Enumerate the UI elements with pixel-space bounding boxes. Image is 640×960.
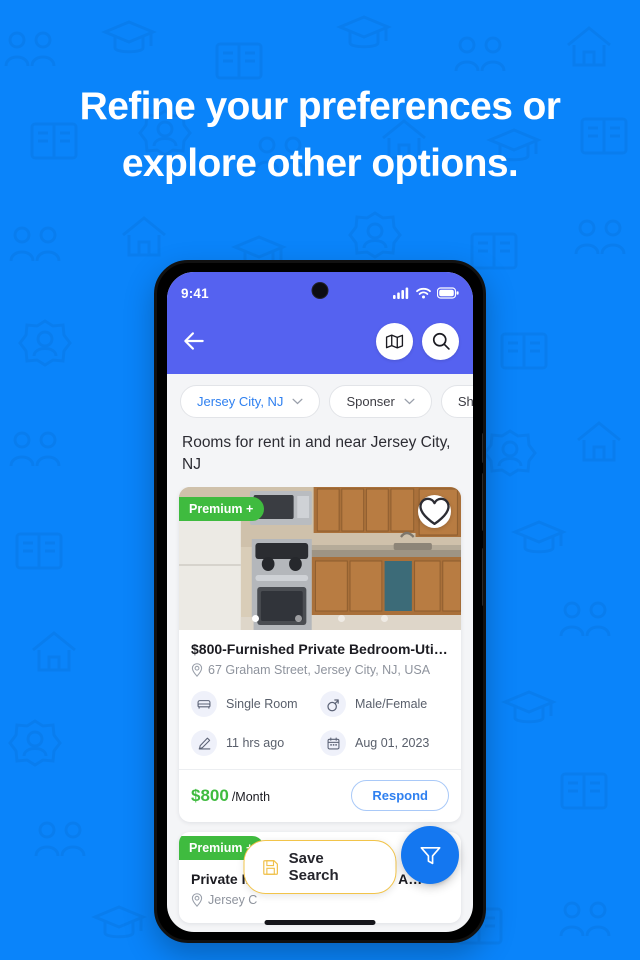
spec-available-date: Aug 01, 2023 — [320, 730, 449, 756]
listing-address-text: Jersey C — [208, 893, 258, 907]
gender-icon — [320, 691, 346, 717]
carousel-dots — [179, 615, 461, 622]
filter-fab-button[interactable] — [401, 826, 459, 884]
filter-chip-shared-label: Sha — [457, 394, 473, 409]
headline-line-2: explore other options. — [121, 142, 519, 185]
chevron-down-icon — [292, 398, 303, 405]
location-pin-icon — [191, 893, 203, 907]
map-button[interactable] — [376, 322, 413, 360]
listing-title: $800-Furnished Private Bedroom-Utili… — [191, 641, 449, 657]
app-header: 9:41 — [167, 272, 473, 374]
phone-mockup: 9:41 Jersey City, NJ Sponser S Rooms for… — [154, 260, 486, 943]
header-action-buttons — [376, 322, 459, 360]
chevron-down-icon — [404, 398, 415, 405]
save-disk-icon — [263, 859, 278, 875]
filter-chip-sponser-label: Sponser — [346, 394, 395, 409]
listing-address: Jersey C — [191, 893, 449, 907]
price-block: $800 /Month — [191, 786, 270, 806]
filter-chip-shared[interactable]: Sha — [440, 385, 473, 418]
filter-chip-location[interactable]: Jersey City, NJ — [180, 385, 321, 418]
favorite-button[interactable] — [418, 495, 451, 528]
search-button[interactable] — [422, 322, 459, 360]
price-unit: /Month — [231, 789, 271, 804]
listing-card[interactable]: Premium + $800-Furnished Private Bedroom… — [179, 487, 461, 822]
spec-available-date-text: Aug 01, 2023 — [355, 736, 430, 750]
filter-chips-bar: Jersey City, NJ Sponser Sha — [167, 374, 473, 427]
price-amount: $800 — [191, 785, 229, 805]
map-icon — [385, 333, 404, 349]
status-icons — [393, 287, 459, 299]
phone-screen: 9:41 Jersey City, NJ Sponser S Rooms for… — [167, 272, 473, 932]
pencil-icon — [191, 730, 217, 756]
front-camera-dot — [311, 282, 329, 299]
calendar-icon — [320, 730, 346, 756]
spec-gender-text: Male/Female — [355, 697, 428, 711]
carousel-dot[interactable] — [295, 615, 302, 622]
wifi-icon — [416, 287, 431, 299]
listing-specs: Single Room Male/Female 11 hrs ago Aug 0… — [191, 691, 449, 756]
listing-photo[interactable]: Premium + — [179, 487, 461, 630]
save-search-button[interactable]: Save Search — [243, 840, 397, 894]
spec-gender: Male/Female — [320, 691, 449, 717]
listing-body: $800-Furnished Private Bedroom-Utili… 67… — [179, 630, 461, 756]
carousel-dot[interactable] — [381, 615, 388, 622]
funnel-filter-icon — [420, 846, 440, 864]
battery-icon — [437, 287, 459, 299]
save-search-label: Save Search — [288, 850, 339, 884]
carousel-dot[interactable] — [252, 615, 259, 622]
listing-address-text: 67 Graham Street, Jersey City, NJ, USA — [208, 663, 431, 677]
bed-icon — [191, 691, 217, 717]
phone-side-button-volume — [482, 473, 483, 531]
respond-button[interactable]: Respond — [351, 780, 449, 811]
status-time: 9:41 — [181, 285, 209, 301]
listing-address: 67 Graham Street, Jersey City, NJ, USA — [191, 663, 449, 677]
search-icon — [432, 332, 450, 350]
header-actions-row — [181, 322, 459, 360]
location-pin-icon — [191, 663, 203, 677]
heart-icon — [419, 497, 450, 526]
premium-badge: Premium + — [179, 497, 265, 521]
spec-room-type-text: Single Room — [226, 697, 298, 711]
listing-footer: $800 /Month Respond — [179, 769, 461, 822]
list-heading: Rooms for rent in and near Jersey City, … — [167, 427, 473, 487]
back-arrow-icon[interactable] — [181, 328, 207, 354]
phone-side-button-power — [482, 548, 483, 606]
promo-headline: Refine your preferences or explore other… — [0, 78, 640, 192]
filter-chip-location-label: Jersey City, NJ — [197, 394, 284, 409]
phone-side-button-mute — [482, 433, 483, 463]
spec-posted-text: 11 hrs ago — [226, 736, 285, 750]
filter-chip-sponser[interactable]: Sponser — [329, 385, 432, 418]
home-indicator — [264, 920, 376, 925]
spec-posted: 11 hrs ago — [191, 730, 320, 756]
signal-icon — [393, 287, 409, 299]
spec-room-type: Single Room — [191, 691, 320, 717]
carousel-dot[interactable] — [338, 615, 345, 622]
headline-line-1: Refine your preferences or — [79, 85, 561, 128]
